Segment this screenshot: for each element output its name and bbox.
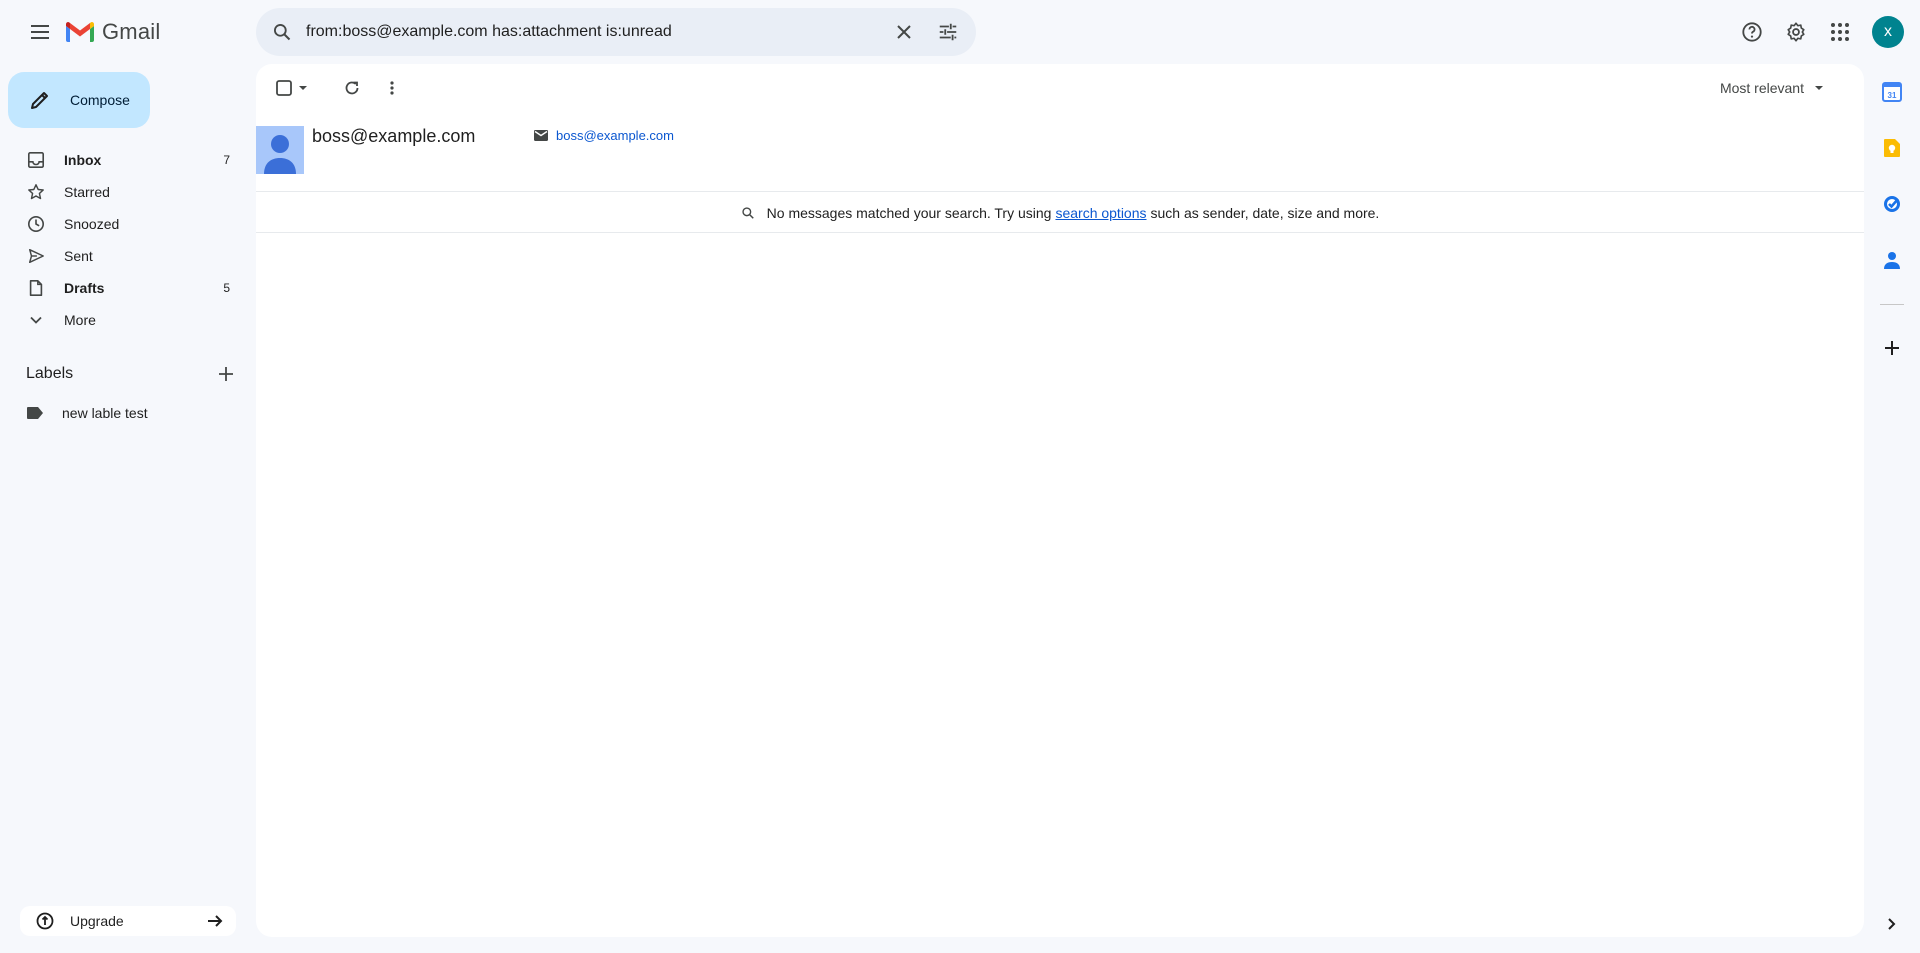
upgrade-icon — [36, 912, 54, 930]
sidebar-item-label: Drafts — [64, 280, 105, 296]
sidebar-item-label: Inbox — [64, 152, 102, 168]
google-apps-button[interactable] — [1818, 10, 1862, 54]
sidebar-item-label: Starred — [64, 184, 110, 200]
side-divider — [1880, 304, 1904, 305]
sidebar-item-label: Snoozed — [64, 216, 120, 232]
plus-icon — [219, 367, 233, 381]
arrow-right-icon — [208, 915, 223, 927]
help-icon — [1742, 22, 1762, 42]
inbox-icon — [26, 150, 46, 170]
pencil-icon — [31, 92, 48, 109]
no-results-text: No messages matched your search. Try usi… — [766, 204, 1052, 221]
label-name: new lable test — [62, 405, 148, 421]
side-panel: 31 — [1864, 64, 1920, 953]
calendar-app-button[interactable]: 31 — [1876, 76, 1908, 108]
support-button[interactable] — [1730, 10, 1774, 54]
labels-header: Labels — [26, 360, 234, 388]
settings-button[interactable] — [1774, 10, 1818, 54]
search-bar — [256, 8, 976, 56]
mail-icon — [534, 130, 548, 141]
top-bar: Gmail x — [0, 0, 1920, 64]
sidebar-item-more[interactable]: More — [0, 304, 256, 336]
sidebar-item-sent[interactable]: Sent — [0, 240, 256, 272]
contacts-icon — [1884, 252, 1900, 269]
sidebar-item-inbox[interactable]: Inbox 7 — [0, 144, 256, 176]
gmail-logo[interactable]: Gmail — [64, 16, 160, 48]
apps-grid-icon — [1831, 23, 1849, 41]
sidebar-item-snoozed[interactable]: Snoozed — [0, 208, 256, 240]
tune-icon — [939, 23, 957, 41]
search-icon — [274, 24, 291, 41]
draft-count: 5 — [223, 281, 230, 295]
upgrade-button[interactable]: Upgrade — [20, 906, 236, 936]
draft-file-icon — [26, 278, 46, 298]
calendar-icon: 31 — [1882, 82, 1902, 102]
contact-name: boss@example.com — [312, 126, 476, 146]
keep-icon — [1884, 139, 1900, 157]
sidebar-item-label: More — [64, 312, 96, 328]
header-actions: x — [1730, 8, 1920, 56]
no-results-message: No messages matched your search. Try usi… — [256, 193, 1864, 233]
keep-app-button[interactable] — [1876, 132, 1908, 164]
get-addons-button[interactable] — [1876, 332, 1908, 364]
label-item-new-lable-test[interactable]: new lable test — [0, 397, 256, 429]
sidebar-item-drafts[interactable]: Drafts 5 — [0, 272, 256, 304]
compose-button[interactable]: Compose — [8, 72, 150, 128]
contact-card: boss@example.com boss@example.com — [256, 126, 1864, 192]
sidebar-nav: Inbox 7 Starred Snoozed Sent Drafts 5 Mo… — [0, 144, 256, 336]
unread-count: 7 — [223, 153, 230, 167]
chevron-right-icon — [1888, 918, 1896, 930]
gmail-m-icon — [66, 22, 94, 42]
sidebar-item-starred[interactable]: Starred — [0, 176, 256, 208]
caret-down-icon — [1815, 86, 1823, 90]
select-checkbox-button[interactable] — [270, 68, 314, 108]
clear-search-button[interactable] — [882, 10, 926, 54]
account-avatar[interactable]: x — [1872, 16, 1904, 48]
search-button[interactable] — [258, 8, 306, 56]
gear-icon — [1787, 22, 1805, 42]
hamburger-icon — [31, 25, 49, 39]
refresh-button[interactable] — [332, 68, 372, 108]
caret-down-icon — [299, 86, 307, 90]
search-input[interactable] — [306, 8, 882, 56]
send-icon — [26, 246, 46, 266]
clock-icon — [26, 214, 46, 234]
tasks-app-button[interactable] — [1876, 188, 1908, 220]
list-toolbar: Most relevant — [256, 64, 1864, 112]
plus-icon — [1885, 341, 1899, 355]
sort-dropdown[interactable]: Most relevant — [1720, 74, 1824, 102]
checkbox-icon — [276, 80, 292, 96]
create-label-button[interactable] — [218, 366, 234, 382]
main-menu-button[interactable] — [16, 8, 64, 56]
tasks-icon — [1884, 196, 1900, 212]
more-vert-icon — [390, 81, 394, 95]
star-icon — [26, 182, 46, 202]
show-side-panel-button[interactable] — [1876, 908, 1908, 940]
app-name: Gmail — [102, 19, 161, 44]
search-options-link[interactable]: search options — [1055, 205, 1146, 221]
upgrade-label: Upgrade — [70, 913, 124, 929]
labels-title: Labels — [26, 365, 74, 382]
svg-text:31: 31 — [1888, 91, 1897, 100]
no-results-suffix: such as sender, date, size and more. — [1150, 204, 1380, 221]
label-tag-icon — [26, 406, 44, 420]
contacts-app-button[interactable] — [1876, 244, 1908, 276]
contact-email-link[interactable]: boss@example.com — [534, 128, 674, 143]
search-options-button[interactable] — [926, 10, 970, 54]
chevron-down-icon — [26, 310, 46, 330]
main-panel: Most relevant boss@example.com boss@exam… — [256, 64, 1864, 937]
more-actions-button[interactable] — [372, 68, 412, 108]
close-icon — [897, 25, 911, 39]
sidebar-item-label: Sent — [64, 248, 93, 264]
person-icon — [264, 135, 296, 174]
compose-label: Compose — [70, 92, 130, 108]
contact-email: boss@example.com — [556, 128, 674, 143]
search-icon — [741, 206, 754, 219]
refresh-icon — [345, 81, 359, 95]
sort-label: Most relevant — [1719, 80, 1804, 96]
contact-avatar[interactable] — [256, 126, 304, 174]
